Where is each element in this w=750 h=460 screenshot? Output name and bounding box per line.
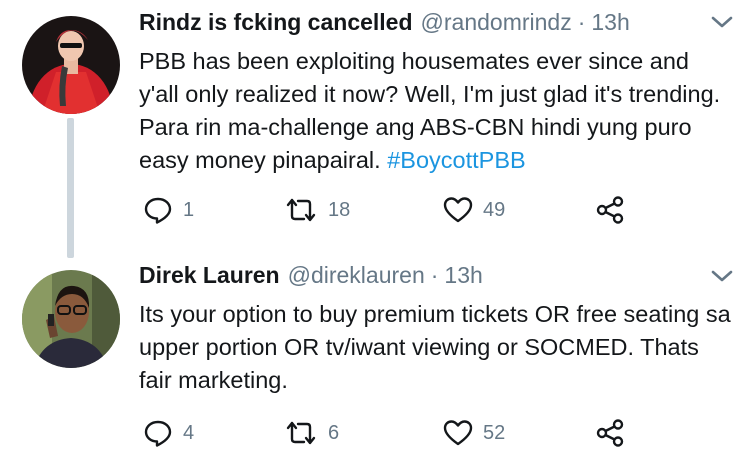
user-handle[interactable]: @direklauren [288,262,425,289]
like-button[interactable]: 49 [443,192,505,228]
like-count: 49 [483,198,506,221]
separator-dot: · [577,9,586,35]
tweet-thread: Rindz is fcking cancelled @randomrindz ·… [0,0,750,460]
tweet-header: Rindz is fcking cancelled @randomrindz ·… [139,9,740,45]
tweet-text: Its your option to buy premium tickets O… [139,298,739,397]
share-icon [595,195,625,225]
tweet[interactable]: Direk Lauren @direklauren · 13h Its your… [0,246,750,460]
like-count: 52 [483,421,506,444]
heart-icon [443,419,473,447]
retweet-icon [284,419,318,447]
retweet-icon [284,196,318,224]
separator-dot: · [430,262,439,288]
tweet-actions: 4 6 52 [139,415,639,451]
reply-count: 1 [183,198,195,221]
share-icon [595,418,625,448]
retweet-count: 6 [328,421,340,444]
reply-count: 4 [183,421,195,444]
tweet-header: Direk Lauren @direklauren · 13h [139,262,740,298]
retweet-count: 18 [328,198,351,221]
reply-icon [143,418,173,448]
thread-connector-line [67,118,74,258]
timestamp[interactable]: 13h [591,9,629,36]
like-button[interactable]: 52 [443,415,505,451]
tweet[interactable]: Rindz is fcking cancelled @randomrindz ·… [0,0,750,258]
chevron-down-icon[interactable] [710,268,734,284]
avatar[interactable] [22,16,120,114]
user-handle[interactable]: @randomrindz [421,9,572,36]
retweet-button[interactable]: 6 [284,415,339,451]
share-button[interactable] [595,192,625,228]
display-name[interactable]: Direk Lauren [139,262,280,289]
hashtag-link[interactable]: #BoycottPBB [387,147,525,173]
heart-icon [443,196,473,224]
tweet-content: Rindz is fcking cancelled @randomrindz ·… [139,9,740,177]
avatar[interactable] [22,270,120,368]
reply-button[interactable]: 1 [143,192,194,228]
retweet-button[interactable]: 18 [284,192,350,228]
tweet-text-body: Its your option to buy premium tickets O… [139,301,738,393]
reply-icon [143,195,173,225]
tweet-content: Direk Lauren @direklauren · 13h Its your… [139,262,740,397]
chevron-down-icon[interactable] [710,14,734,30]
reply-button[interactable]: 4 [143,415,194,451]
display-name[interactable]: Rindz is fcking cancelled [139,9,413,36]
tweet-actions: 1 18 49 [139,192,639,228]
share-button[interactable] [595,415,625,451]
timestamp[interactable]: 13h [444,262,482,289]
tweet-text: PBB has been exploiting housemates ever … [139,45,729,177]
